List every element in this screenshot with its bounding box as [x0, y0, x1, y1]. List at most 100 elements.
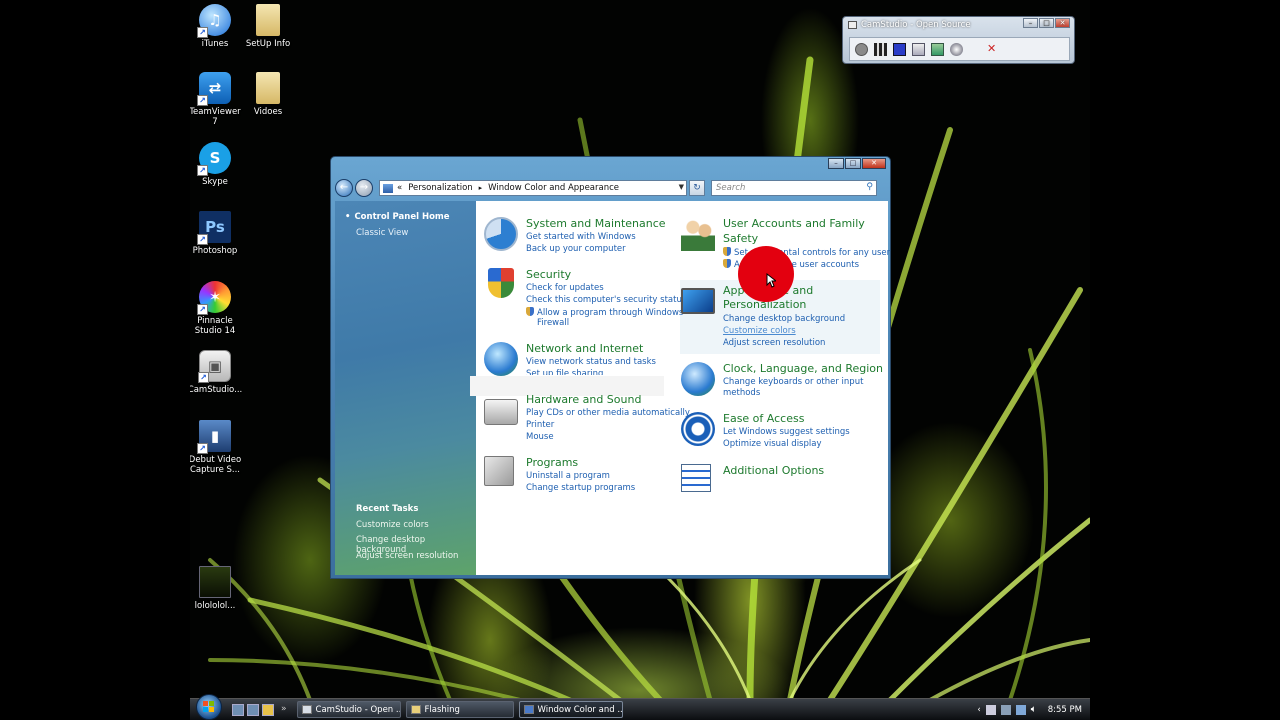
- search-input[interactable]: Search ⚲: [711, 180, 877, 196]
- breadcrumb-personalization[interactable]: Personalization: [408, 183, 472, 193]
- category-link[interactable]: Uninstall a program: [526, 471, 610, 481]
- desktop-icon-photoshop[interactable]: Ps ↗ Photoshop: [190, 211, 244, 256]
- category-title[interactable]: Clock, Language, and Region: [723, 362, 883, 375]
- category-link[interactable]: Allow a program through Windows: [526, 307, 683, 318]
- quick-launch-more[interactable]: »: [281, 704, 287, 716]
- desktop-icon-label: Pinnacle Studio 14: [194, 316, 236, 336]
- category-link-continued[interactable]: methods: [723, 388, 760, 398]
- control-panel-window[interactable]: – □ ✕ ← → « Personalization ▸ Window Col…: [330, 156, 891, 579]
- breadcrumb-window-color[interactable]: Window Color and Appearance: [488, 183, 619, 193]
- category-area: System and Maintenance Get started with …: [470, 201, 890, 575]
- taskbar-item-flashing[interactable]: Flashing: [405, 701, 514, 718]
- category-link[interactable]: Change keyboards or other input: [723, 377, 863, 387]
- pause-button[interactable]: [874, 42, 887, 56]
- network-icon[interactable]: [1015, 704, 1026, 715]
- tray-app-icon[interactable]: [985, 704, 996, 715]
- category-link[interactable]: Customize colors: [723, 326, 796, 336]
- category-link[interactable]: Back up your computer: [526, 244, 626, 254]
- control-panel-icon: [523, 705, 534, 714]
- desktop-icon-label: lolololol...: [194, 601, 236, 611]
- tray-app-icon[interactable]: [1000, 704, 1011, 715]
- task-label: Window Color and ...: [537, 704, 623, 715]
- category-title[interactable]: User Accounts and Family: [723, 217, 865, 230]
- category-link[interactable]: View network status and tasks: [526, 357, 656, 367]
- category-link[interactable]: Adjust screen resolution: [723, 338, 825, 348]
- clock[interactable]: 8:55 PM: [1048, 705, 1082, 715]
- show-desktop-icon[interactable]: [232, 703, 244, 716]
- switch-windows-icon[interactable]: [247, 703, 259, 716]
- maximize-button[interactable]: □: [845, 158, 861, 169]
- camstudio-window[interactable]: CamStudio - Open Source – □ ✕ ✕: [842, 16, 1075, 64]
- category-link[interactable]: Let Windows suggest settings: [723, 427, 850, 437]
- region-icon[interactable]: [912, 42, 925, 56]
- category-title[interactable]: Programs: [526, 456, 578, 469]
- chevron-down-icon[interactable]: ▼: [679, 183, 684, 191]
- classic-view-link[interactable]: Classic View: [356, 228, 408, 238]
- category-link[interactable]: Set up file sharing: [526, 369, 603, 375]
- category-link[interactable]: Play CDs or other media automatically: [526, 408, 690, 418]
- category-link[interactable]: Printer: [526, 420, 554, 430]
- image-file-icon: [199, 566, 231, 598]
- tray-expand-arrow[interactable]: ‹: [977, 705, 980, 715]
- category-title-continued[interactable]: Safety: [723, 232, 758, 245]
- system-maintenance-icon: [484, 217, 518, 251]
- cursor-options-icon[interactable]: ✕: [987, 42, 1000, 56]
- quick-launch-app-icon[interactable]: [262, 703, 274, 716]
- category-link[interactable]: Change startup programs: [526, 483, 635, 493]
- category-title[interactable]: System and Maintenance: [526, 217, 666, 230]
- refresh-button[interactable]: ↻: [689, 180, 705, 196]
- camstudio-titlebar[interactable]: CamStudio - Open Source – □ ✕: [843, 17, 1074, 33]
- desktop-icon-lolololol[interactable]: lolololol...: [190, 566, 244, 611]
- close-button[interactable]: ✕: [1055, 18, 1070, 28]
- minimize-button[interactable]: –: [1023, 18, 1038, 28]
- address-overflow[interactable]: «: [397, 183, 402, 193]
- record-button[interactable]: [855, 42, 868, 56]
- uac-shield-icon: [526, 307, 534, 316]
- close-button[interactable]: ✕: [862, 158, 886, 169]
- desktop-icon-teamviewer[interactable]: ⇄ ↗ TeamViewer 7: [190, 72, 244, 127]
- annotation-icon[interactable]: [931, 42, 944, 56]
- category-link-continued[interactable]: Firewall: [537, 318, 569, 328]
- category-title[interactable]: Ease of Access: [723, 412, 804, 425]
- category-link[interactable]: Optimize visual display: [723, 439, 821, 449]
- taskbar-item-camstudio[interactable]: CamStudio - Open ...: [296, 701, 401, 718]
- category-link[interactable]: Check this computer's security status: [526, 295, 686, 305]
- category-title[interactable]: Security: [526, 268, 571, 281]
- back-button[interactable]: ←: [335, 179, 353, 197]
- category-title[interactable]: Network and Internet: [526, 342, 643, 355]
- search-icon[interactable]: ⚲: [866, 182, 873, 192]
- taskbar-item-window-color[interactable]: Window Color and ...: [518, 701, 623, 718]
- recent-task-link[interactable]: Customize colors: [356, 520, 429, 530]
- category-link[interactable]: Get started with Windows: [526, 232, 636, 242]
- task-label: CamStudio - Open ...: [315, 704, 401, 715]
- video-options-icon[interactable]: [950, 42, 963, 56]
- category-link[interactable]: Mouse: [526, 432, 554, 442]
- desktop-icon-label: Skype: [202, 177, 228, 187]
- maximize-button[interactable]: □: [1039, 18, 1054, 28]
- start-button[interactable]: [196, 693, 222, 720]
- forward-button[interactable]: →: [355, 179, 373, 197]
- desktop-icon-setup-info[interactable]: SetUp Info: [239, 4, 297, 49]
- desktop-icon-debut[interactable]: ▮ ↗ Debut Video Capture S...: [190, 420, 244, 475]
- desktop-icon-camstudio[interactable]: ▣ ↗ CamStudio...: [190, 350, 244, 395]
- desktop-icon-vidoes[interactable]: Vidoes: [239, 72, 297, 117]
- volume-icon[interactable]: 🔈︎: [1031, 704, 1037, 715]
- category-title[interactable]: Hardware and Sound: [526, 393, 641, 406]
- desktop-icon-skype[interactable]: S ↗ Skype: [190, 142, 244, 187]
- desktop-icon-label: TeamViewer 7: [190, 107, 241, 127]
- control-panel-home-link[interactable]: Control Panel Home: [345, 212, 449, 222]
- camstudio-toolbar: ✕: [849, 37, 1070, 61]
- film-icon: ▮ ↗: [197, 420, 231, 454]
- checklist-icon: [681, 464, 711, 492]
- window-caption[interactable]: – □ ✕: [331, 157, 890, 171]
- desktop-icon-itunes[interactable]: ♫ ↗ iTunes: [190, 4, 244, 49]
- stop-button[interactable]: [893, 42, 906, 56]
- category-link[interactable]: Change desktop background: [723, 314, 845, 324]
- minimize-button[interactable]: –: [828, 158, 844, 169]
- category-title[interactable]: Additional Options: [723, 464, 824, 477]
- recent-task-link[interactable]: Adjust screen resolution: [356, 551, 458, 561]
- category-link-text[interactable]: Allow a program through Windows: [537, 308, 683, 318]
- category-link[interactable]: Check for updates: [526, 283, 604, 293]
- address-bar[interactable]: « Personalization ▸ Window Color and App…: [379, 180, 687, 196]
- desktop-icon-pinnacle[interactable]: ✶ ↗ Pinnacle Studio 14: [190, 281, 244, 336]
